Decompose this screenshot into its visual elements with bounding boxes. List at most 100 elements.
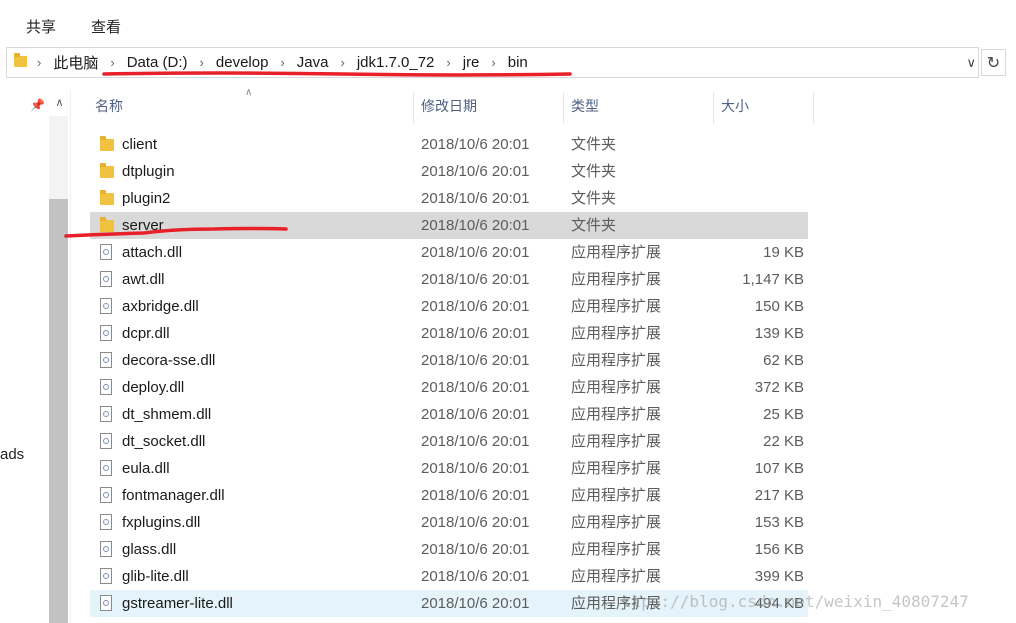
file-rows: client 2018/10/6 20:01 文件夹 dtplugin 2018/10/… xyxy=(90,131,810,617)
file-date: 2018/10/6 20:01 xyxy=(421,514,530,531)
dll-file-icon xyxy=(100,352,112,368)
dll-file-icon xyxy=(100,568,112,584)
folder-icon xyxy=(100,190,114,205)
file-row[interactable]: glib-lite.dll 2018/10/6 20:01 应用程序扩展 399 KB xyxy=(90,563,808,590)
file-size: 153 KB xyxy=(754,514,804,531)
ribbon: 共享 查看 xyxy=(0,0,1016,46)
chevron-right-icon[interactable]: › xyxy=(446,55,450,70)
file-type: 应用程序扩展 xyxy=(571,244,662,261)
breadcrumb-item[interactable]: Data (D:) xyxy=(127,54,188,71)
breadcrumb-item[interactable]: Java xyxy=(297,54,329,71)
breadcrumb-item[interactable]: bin xyxy=(508,54,528,71)
dll-file-icon xyxy=(100,325,112,341)
breadcrumb-item[interactable]: develop xyxy=(216,54,269,71)
file-type: 应用程序扩展 xyxy=(571,325,662,342)
breadcrumb-item[interactable]: 此电脑 xyxy=(53,52,98,73)
file-name: gstreamer-lite.dll xyxy=(122,595,233,612)
chevron-down-icon[interactable]: ∨ xyxy=(966,55,976,71)
file-row[interactable]: dt_socket.dll 2018/10/6 20:01 应用程序扩展 22 KB xyxy=(90,428,808,455)
file-row[interactable]: plugin2 2018/10/6 20:01 文件夹 xyxy=(90,185,808,212)
file-row[interactable]: glass.dll 2018/10/6 20:01 应用程序扩展 156 KB xyxy=(90,536,808,563)
column-header-size[interactable]: 大小 xyxy=(721,90,811,124)
file-date: 2018/10/6 20:01 xyxy=(421,190,530,207)
file-date: 2018/10/6 20:01 xyxy=(421,541,530,558)
file-type: 应用程序扩展 xyxy=(571,460,662,477)
dll-file-icon xyxy=(100,244,112,260)
column-divider[interactable] xyxy=(413,92,414,124)
dll-file-icon xyxy=(100,595,112,611)
file-row[interactable]: fontmanager.dll 2018/10/6 20:01 应用程序扩展 217 … xyxy=(90,482,808,509)
column-header-type[interactable]: 类型 xyxy=(571,90,711,124)
file-name: dtplugin xyxy=(122,163,175,180)
file-size: 372 KB xyxy=(754,379,804,396)
chevron-right-icon[interactable]: › xyxy=(340,55,344,70)
breadcrumb-item[interactable]: jdk1.7.0_72 xyxy=(357,54,435,71)
file-type: 文件夹 xyxy=(571,136,617,153)
file-date: 2018/10/6 20:01 xyxy=(421,298,530,315)
file-name: glass.dll xyxy=(122,541,177,558)
file-row[interactable]: dtplugin 2018/10/6 20:01 文件夹 xyxy=(90,158,808,185)
file-type: 应用程序扩展 xyxy=(571,433,662,450)
file-type: 应用程序扩展 xyxy=(571,487,662,504)
folder-icon xyxy=(100,136,114,151)
file-date: 2018/10/6 20:01 xyxy=(421,217,530,234)
file-date: 2018/10/6 20:01 xyxy=(421,568,530,585)
chevron-right-icon[interactable]: › xyxy=(200,55,204,70)
file-type: 应用程序扩展 xyxy=(571,379,662,396)
file-row[interactable]: client 2018/10/6 20:01 文件夹 xyxy=(90,131,808,158)
file-row[interactable]: deploy.dll 2018/10/6 20:01 应用程序扩展 372 KB xyxy=(90,374,808,401)
file-row[interactable]: dt_shmem.dll 2018/10/6 20:01 应用程序扩展 25 KB xyxy=(90,401,808,428)
column-divider[interactable] xyxy=(713,92,714,124)
file-row[interactable]: fxplugins.dll 2018/10/6 20:01 应用程序扩展 153 KB xyxy=(90,509,808,536)
dll-file-icon xyxy=(100,271,112,287)
file-name: dt_shmem.dll xyxy=(122,406,212,423)
file-row[interactable]: decora-sse.dll 2018/10/6 20:01 应用程序扩展 62 KB xyxy=(90,347,808,374)
file-date: 2018/10/6 20:01 xyxy=(421,487,530,504)
column-header-date[interactable]: 修改日期 xyxy=(421,90,561,124)
file-name: attach.dll xyxy=(122,244,183,261)
file-row[interactable]: attach.dll 2018/10/6 20:01 应用程序扩展 19 KB xyxy=(90,239,808,266)
file-type: 应用程序扩展 xyxy=(571,541,662,558)
file-type: 应用程序扩展 xyxy=(571,298,662,315)
dll-file-icon xyxy=(100,433,112,449)
pin-icon[interactable]: 📌 xyxy=(30,98,45,112)
file-name: dcpr.dll xyxy=(122,325,170,342)
chevron-right-icon[interactable]: › xyxy=(280,55,284,70)
file-date: 2018/10/6 20:01 xyxy=(421,325,530,342)
scroll-up-icon[interactable]: ∧ xyxy=(51,94,68,112)
file-type: 文件夹 xyxy=(571,190,617,207)
red-annotation-underline xyxy=(64,226,288,238)
file-row[interactable]: axbridge.dll 2018/10/6 20:01 应用程序扩展 150 KB xyxy=(90,293,808,320)
file-name: axbridge.dll xyxy=(122,298,199,315)
file-row[interactable]: eula.dll 2018/10/6 20:01 应用程序扩展 107 KB xyxy=(90,455,808,482)
file-type: 应用程序扩展 xyxy=(571,514,662,531)
chevron-right-icon[interactable]: › xyxy=(110,55,114,70)
tab-view[interactable]: 查看 xyxy=(91,16,121,37)
file-type: 应用程序扩展 xyxy=(571,352,662,369)
file-type: 文件夹 xyxy=(571,217,617,234)
file-name: awt.dll xyxy=(122,271,165,288)
file-size: 217 KB xyxy=(754,487,804,504)
chevron-right-icon[interactable]: › xyxy=(491,55,495,70)
file-row[interactable]: awt.dll 2018/10/6 20:01 应用程序扩展 1,147 KB xyxy=(90,266,808,293)
file-name: plugin2 xyxy=(122,190,171,207)
nav-item-label[interactable]: ads xyxy=(0,446,24,463)
scrollbar-thumb[interactable] xyxy=(49,199,68,623)
file-size: 19 KB xyxy=(763,244,804,261)
refresh-icon: ↻ xyxy=(986,54,1001,72)
file-date: 2018/10/6 20:01 xyxy=(421,244,530,261)
file-name: dt_socket.dll xyxy=(122,433,206,450)
column-header-name[interactable]: 名称 xyxy=(95,90,413,124)
refresh-button[interactable]: ↻ xyxy=(981,49,1006,76)
breadcrumb-item[interactable]: jre xyxy=(463,54,480,71)
column-divider[interactable] xyxy=(813,92,814,124)
watermark-text: ttps://blog.csdn.net/weixin_40807247 xyxy=(622,592,969,611)
chevron-right-icon[interactable]: › xyxy=(37,55,41,70)
dll-file-icon xyxy=(100,514,112,530)
column-divider[interactable] xyxy=(563,92,564,124)
file-date: 2018/10/6 20:01 xyxy=(421,379,530,396)
file-row[interactable]: dcpr.dll 2018/10/6 20:01 应用程序扩展 139 KB xyxy=(90,320,808,347)
tab-share[interactable]: 共享 xyxy=(26,16,56,37)
file-type: 文件夹 xyxy=(571,163,617,180)
dll-file-icon xyxy=(100,487,112,503)
